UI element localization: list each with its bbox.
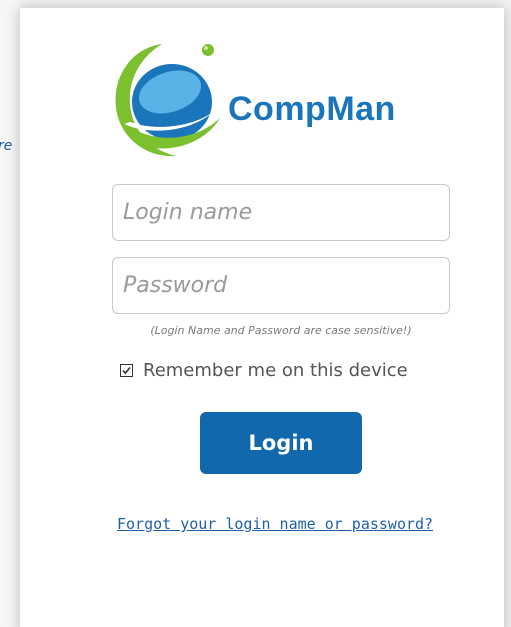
background-page bbox=[0, 0, 20, 627]
compman-logo: CompMan bbox=[110, 38, 440, 163]
login-screen: re CompMan (Login Name and Pass bbox=[0, 0, 511, 627]
forgot-credentials-link[interactable]: Forgot your login name or password? bbox=[117, 515, 433, 533]
checkbox-checked-icon[interactable] bbox=[120, 364, 133, 377]
case-sensitive-hint: (Login Name and Password are case sensit… bbox=[150, 324, 412, 337]
background-cutoff-text: re bbox=[0, 138, 13, 154]
globe-logo-icon bbox=[115, 44, 220, 157]
login-button[interactable]: Login bbox=[200, 412, 362, 474]
remember-me-checkbox[interactable]: Remember me on this device bbox=[120, 360, 408, 381]
brand-name: CompMan bbox=[228, 90, 396, 128]
login-panel: CompMan (Login Name and Password are cas… bbox=[20, 8, 504, 627]
password-input[interactable] bbox=[112, 257, 450, 314]
remember-me-label: Remember me on this device bbox=[143, 360, 408, 381]
login-name-input[interactable] bbox=[112, 184, 450, 241]
